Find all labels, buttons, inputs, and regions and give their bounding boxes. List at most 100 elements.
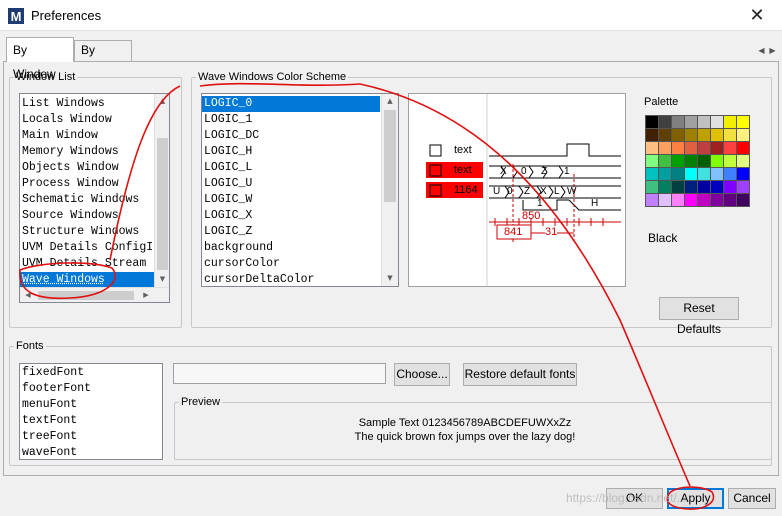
list-item[interactable]: Structure Windows (20, 224, 154, 240)
palette-swatch[interactable] (658, 128, 672, 142)
palette-swatch[interactable] (736, 141, 750, 155)
list-item[interactable]: UVM Details Stream (20, 256, 154, 272)
palette-swatch[interactable] (671, 180, 685, 194)
palette-swatch[interactable] (658, 167, 672, 181)
cancel-button[interactable]: Cancel (728, 488, 776, 509)
palette-swatch[interactable] (658, 115, 672, 129)
palette-swatch[interactable] (710, 115, 724, 129)
palette-swatch[interactable] (684, 115, 698, 129)
list-item[interactable]: UVM Details ConfigI (20, 240, 154, 256)
palette-swatch[interactable] (723, 115, 737, 129)
list-item[interactable]: LOGIC_U (202, 176, 380, 192)
palette-swatch[interactable] (684, 180, 698, 194)
palette-swatch[interactable] (697, 154, 711, 168)
list-item[interactable]: Main Window (20, 128, 154, 144)
palette-swatch[interactable] (671, 141, 685, 155)
palette-swatch[interactable] (710, 141, 724, 155)
palette-swatch[interactable] (710, 193, 724, 207)
palette-swatch[interactable] (684, 128, 698, 142)
scroll-right-icon[interactable]: ▶ (138, 288, 154, 302)
palette-swatch[interactable] (658, 141, 672, 155)
tab-by-name[interactable]: By Name (74, 40, 132, 76)
palette-swatch[interactable] (723, 141, 737, 155)
tab-scroll-right-icon[interactable]: ▶ (767, 45, 778, 56)
palette-swatch[interactable] (723, 128, 737, 142)
list-item[interactable]: menuFont (20, 397, 91, 413)
palette-swatch[interactable] (671, 167, 685, 181)
list-item[interactable]: treeFont (20, 429, 91, 445)
list-item[interactable]: background (202, 240, 380, 256)
palette-swatch[interactable] (671, 128, 685, 142)
list-item[interactable]: cursorDeltaColor (202, 272, 380, 286)
list-item-selected[interactable]: Wave Windows (20, 272, 154, 288)
palette-swatch[interactable] (736, 167, 750, 181)
choose-font-button[interactable]: Choose... (394, 363, 450, 386)
palette-swatch[interactable] (723, 193, 737, 207)
scroll-thumb[interactable] (384, 110, 396, 202)
list-item[interactable]: Process Window (20, 176, 154, 192)
palette-swatch[interactable] (697, 115, 711, 129)
restore-default-fonts-button[interactable]: Restore default fonts (463, 363, 577, 386)
palette-swatch[interactable] (710, 180, 724, 194)
window-listbox[interactable]: List Windows Locals Window Main Window M… (19, 93, 170, 303)
list-item[interactable]: LOGIC_H (202, 144, 380, 160)
scroll-thumb[interactable] (38, 291, 134, 300)
list-item[interactable]: LOGIC_L (202, 160, 380, 176)
color-element-listbox[interactable]: LOGIC_0 LOGIC_1 LOGIC_DC LOGIC_H LOGIC_L… (201, 93, 399, 287)
palette-swatch[interactable] (684, 154, 698, 168)
scroll-up-icon[interactable]: ▲ (155, 94, 169, 109)
reset-defaults-button[interactable]: Reset Defaults (659, 297, 739, 336)
palette-swatch[interactable] (645, 141, 659, 155)
palette-swatch[interactable] (736, 115, 750, 129)
font-name-field[interactable] (173, 363, 386, 384)
palette-swatch[interactable] (736, 154, 750, 168)
list-item[interactable]: fixedFont (20, 365, 91, 381)
palette-swatch[interactable] (710, 167, 724, 181)
list-item[interactable]: Memory Windows (20, 144, 154, 160)
palette-swatch[interactable] (736, 180, 750, 194)
scroll-up-icon[interactable]: ▲ (382, 94, 398, 109)
list-item[interactable]: cursorColor (202, 256, 380, 272)
palette-swatch[interactable] (671, 154, 685, 168)
palette-swatch[interactable] (736, 193, 750, 207)
palette-swatch[interactable] (684, 167, 698, 181)
palette-swatch[interactable] (658, 193, 672, 207)
scroll-left-icon[interactable]: ◀ (20, 288, 36, 302)
palette-swatch[interactable] (723, 180, 737, 194)
list-item[interactable]: LOGIC_X (202, 208, 380, 224)
list-item[interactable]: Schematic Windows (20, 192, 154, 208)
palette-swatch[interactable] (645, 154, 659, 168)
list-item[interactable]: footerFont (20, 381, 91, 397)
list-item[interactable]: waveFont (20, 445, 91, 459)
tab-scroll-left-icon[interactable]: ◀ (756, 45, 767, 56)
list-item[interactable]: LOGIC_DC (202, 128, 380, 144)
palette-swatch[interactable] (645, 128, 659, 142)
vertical-scrollbar[interactable]: ▲ ▼ (381, 94, 398, 286)
close-button[interactable]: ✕ (746, 4, 768, 26)
list-item[interactable]: List Windows (20, 96, 154, 112)
palette-swatch[interactable] (697, 141, 711, 155)
list-item-selected[interactable]: LOGIC_0 (202, 96, 380, 112)
palette-swatch[interactable] (736, 128, 750, 142)
palette-swatch[interactable] (684, 193, 698, 207)
palette-swatch[interactable] (710, 154, 724, 168)
palette-grid[interactable] (645, 115, 750, 226)
scroll-thumb[interactable] (157, 138, 168, 270)
palette-swatch[interactable] (697, 167, 711, 181)
fonts-listbox[interactable]: fixedFont footerFont menuFont textFont t… (19, 363, 163, 460)
palette-swatch[interactable] (645, 115, 659, 129)
scroll-down-icon[interactable]: ▼ (382, 271, 398, 286)
palette-swatch[interactable] (723, 154, 737, 168)
palette-swatch[interactable] (645, 167, 659, 181)
vertical-scrollbar[interactable]: ▲ ▼ (154, 94, 169, 287)
palette-swatch[interactable] (684, 141, 698, 155)
list-item[interactable]: Objects Window (20, 160, 154, 176)
horizontal-scrollbar[interactable]: ◀ ▶ (20, 287, 169, 302)
palette-swatch[interactable] (645, 180, 659, 194)
palette-swatch[interactable] (723, 167, 737, 181)
palette-swatch[interactable] (658, 154, 672, 168)
palette-swatch[interactable] (697, 193, 711, 207)
palette-swatch[interactable] (710, 128, 724, 142)
palette-swatch[interactable] (658, 180, 672, 194)
tab-by-window[interactable]: By Window (6, 37, 74, 81)
